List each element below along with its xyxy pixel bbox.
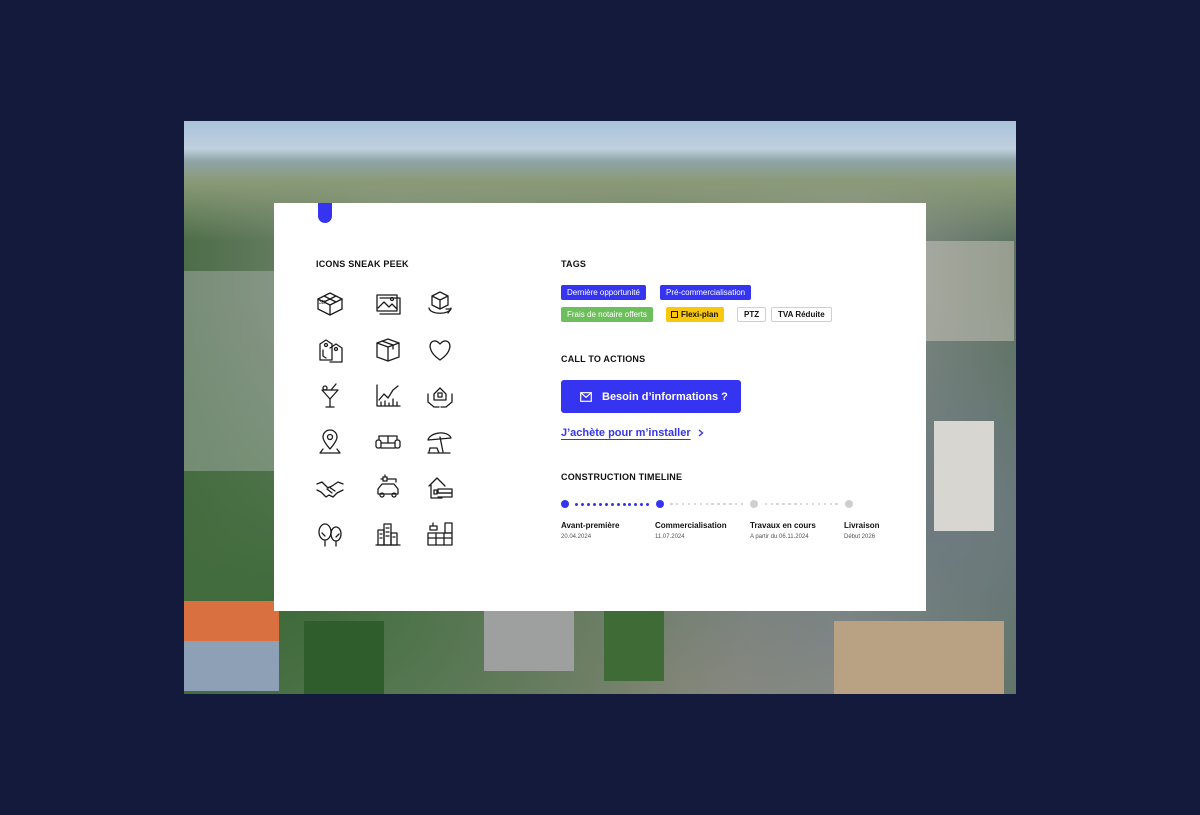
- tag-flexi-plan: Flexi-plan: [666, 307, 725, 322]
- timeline-progress-dot: [829, 502, 832, 506]
- timeline-progress-dot: [740, 502, 744, 506]
- timeline-step-name: Livraison: [844, 521, 880, 530]
- timeline-progress-dot: [729, 502, 732, 506]
- buy-to-live-link[interactable]: J’achète pour m’installer: [561, 427, 705, 439]
- timeline-step-date: 11.07.2024: [655, 534, 685, 540]
- tag-frais-de-notaire: Frais de notaire offerts: [561, 307, 653, 322]
- tag-ptz: PTZ: [737, 307, 767, 322]
- timeline-progress-dot: [723, 502, 726, 506]
- svg-text:3D: 3D: [319, 300, 326, 306]
- house-stack-icon: [424, 472, 456, 504]
- timeline-progress-dot: [717, 502, 720, 506]
- timeline-progress-dot: [788, 502, 791, 506]
- timeline-progress-dot: [628, 502, 632, 506]
- timeline-progress-dot: [640, 502, 644, 506]
- house-in-hands-icon: [424, 380, 456, 412]
- bookmark-marker: [318, 203, 332, 223]
- icons-section-title: ICONS SNEAK PEEK: [316, 259, 409, 269]
- sofa-icon: [372, 426, 404, 458]
- kitchen-icon: [424, 518, 456, 550]
- floorplan-icon: [671, 311, 678, 318]
- picture-icon: [372, 288, 404, 320]
- timeline-progress-dot: [670, 502, 673, 506]
- timeline-section-title: CONSTRUCTION TIMELINE: [561, 472, 683, 482]
- timeline-progress-dot: [587, 502, 591, 506]
- timeline-progress-dot: [646, 502, 650, 506]
- beach-umbrella-icon: [424, 426, 456, 458]
- chart-growth-icon: [372, 380, 404, 412]
- timeline-progress-dot: [681, 502, 685, 506]
- package-box-icon: [372, 334, 404, 366]
- request-info-label: Besoin d’informations ?: [602, 390, 728, 403]
- timeline-milestone-dot: [655, 500, 664, 508]
- timeline-progress-dot: [735, 502, 738, 506]
- timeline-progress-dot: [776, 502, 779, 506]
- timeline-progress-dot: [782, 502, 785, 506]
- tag-derniere-opportunite: Dernière opportunité: [561, 285, 646, 300]
- timeline-step-date: 20.04.2024: [561, 534, 592, 540]
- tag-flexi-plan-label: Flexi-plan: [681, 310, 719, 319]
- timeline-step-date: A partir du 06.11.2024: [750, 534, 809, 540]
- mail-icon: [580, 391, 592, 402]
- timeline-progress-dot: [817, 502, 821, 506]
- cta-section-title: CALL TO ACTIONS: [561, 354, 646, 364]
- timeline-progress-dot: [794, 502, 797, 506]
- trees-icon: [314, 518, 346, 550]
- timeline-milestone-dot: [561, 500, 569, 508]
- tag-pre-commercialisation: Pré-commercialisation: [660, 285, 752, 300]
- timeline-milestone-dot: [844, 500, 853, 508]
- timeline-progress-dot: [687, 502, 691, 506]
- timeline-progress-dot: [800, 502, 803, 506]
- timeline-progress-dot: [764, 502, 768, 506]
- tag-tva-reduite: TVA Réduite: [771, 307, 832, 322]
- timeline-progress-dot: [711, 502, 714, 506]
- cocktail-icon: [314, 380, 346, 412]
- timeline-progress-dot: [604, 502, 608, 506]
- timeline-step-name: Commercialisation: [655, 521, 727, 530]
- design-system-card: ICONS SNEAK PEEK 3D TAGS Dernière opport…: [274, 203, 926, 611]
- timeline-progress-dot: [575, 502, 579, 506]
- timeline-progress-dot: [699, 502, 703, 506]
- buy-to-live-label: J’achète pour m’installer: [561, 427, 691, 439]
- handshake-icon: [314, 472, 346, 504]
- timeline-progress-dot: [616, 502, 620, 506]
- timeline-progress-dot: [805, 502, 809, 506]
- tags-section-title: TAGS: [561, 259, 587, 269]
- timeline-progress-dot: [634, 502, 638, 506]
- timeline-progress-dot: [705, 502, 708, 506]
- timeline-progress-dot: [581, 502, 585, 506]
- city-buildings-icon: [372, 518, 404, 550]
- timeline-progress-dot: [770, 502, 773, 506]
- timeline-step-name: Avant-première: [561, 521, 620, 530]
- timeline-step-name: Travaux en cours: [750, 521, 816, 530]
- timeline-progress-dot: [593, 502, 597, 506]
- heart-icon: [424, 334, 456, 366]
- timeline-progress-dot: [676, 502, 679, 506]
- electric-car-icon: [372, 472, 404, 504]
- 3d-floorplan-icon: 3D: [314, 288, 346, 320]
- timeline-progress-dot: [622, 502, 626, 506]
- timeline-progress-dot: [598, 502, 602, 506]
- timeline-progress-dot: [610, 502, 614, 506]
- rotating-cube-icon: [424, 288, 456, 320]
- location-pin-icon: [314, 426, 346, 458]
- key-tag-icon: [314, 334, 346, 366]
- timeline-progress-dot: [811, 502, 815, 506]
- timeline-progress-dot: [693, 502, 697, 506]
- timeline-milestone-dot: [750, 500, 758, 508]
- request-info-button[interactable]: Besoin d’informations ?: [561, 380, 741, 413]
- chevron-right-icon: [698, 429, 704, 437]
- timeline-progress-dot: [823, 502, 826, 506]
- timeline-step-date: Début 2026: [844, 534, 876, 540]
- timeline-progress-dot: [835, 502, 838, 506]
